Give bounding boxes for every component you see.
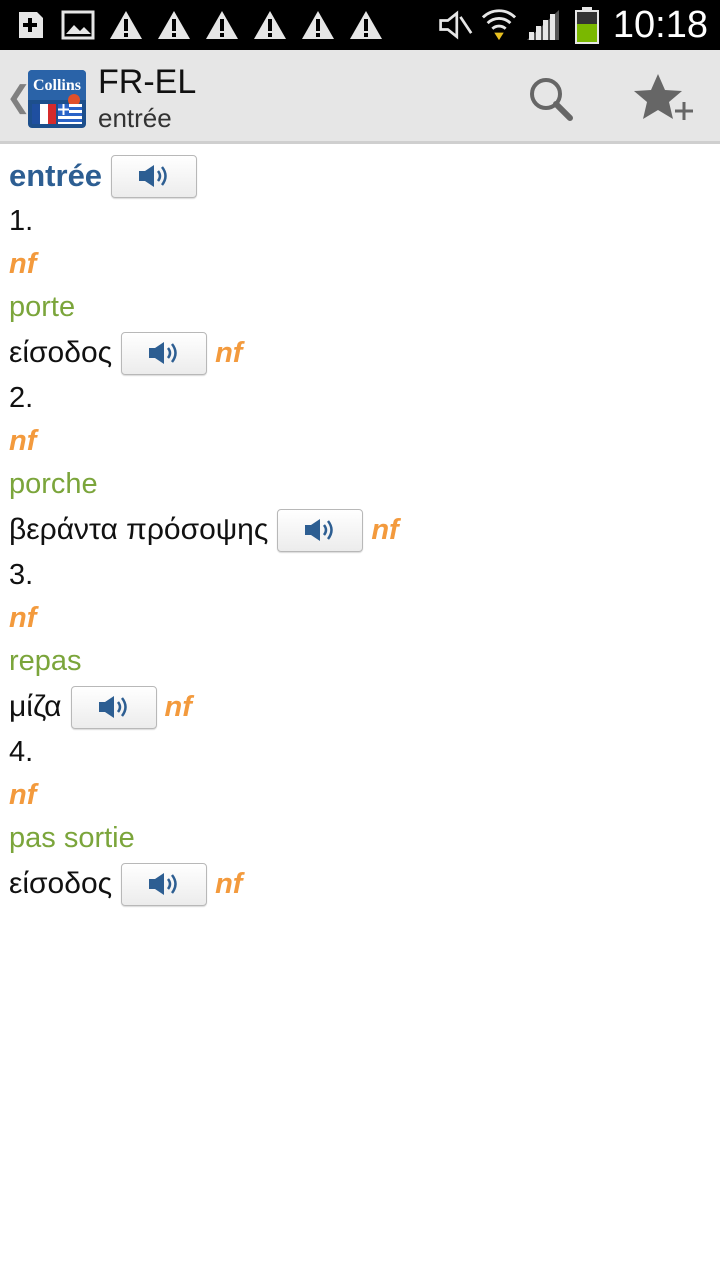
part-of-speech: nf [9, 248, 37, 280]
translation-gender: nf [215, 336, 243, 369]
translation-gender: nf [164, 690, 192, 723]
part-of-speech-row: nf [9, 597, 709, 640]
image-icon [60, 7, 96, 43]
part-of-speech: nf [9, 425, 37, 457]
source-word: porche [9, 468, 98, 500]
speaker-icon [149, 873, 177, 895]
translation: είσοδος [9, 336, 113, 369]
pronounce-button[interactable] [111, 154, 198, 198]
action-bar: ❮ Collins FR-EL entrée [0, 50, 720, 144]
translation: είσοδος [9, 867, 113, 900]
entry-content: entrée 1. nf porte είσοδος nf 2. nf porc… [9, 152, 709, 908]
dictionary-title: FR-EL [98, 63, 197, 101]
source-word-row: porche [9, 463, 709, 506]
sense-number-row: 1. [9, 200, 709, 243]
sense-number: 2. [9, 382, 34, 414]
pronounce-button[interactable] [277, 508, 364, 552]
notification-icons [12, 7, 384, 43]
pronounce-button[interactable] [121, 862, 208, 906]
add-favorite-star-icon[interactable] [630, 72, 696, 126]
system-icons: 10:18 [437, 4, 708, 46]
translation-row: μίζα nf [9, 683, 709, 731]
part-of-speech-row: nf [9, 420, 709, 463]
sense-number-row: 4. [9, 731, 709, 774]
signal-icon [525, 7, 561, 43]
warning-icon [252, 7, 288, 43]
translation-row: είσοδος nf [9, 329, 709, 377]
speaker-icon [98, 696, 127, 718]
battery-icon [569, 7, 605, 44]
source-word-row: porte [9, 286, 709, 329]
translation-row: είσοδος nf [9, 860, 709, 908]
headword-row: entrée [9, 152, 709, 200]
translation: μίζα [9, 690, 62, 723]
part-of-speech-row: nf [9, 243, 709, 286]
action-bar-titles: FR-EL entrée [98, 62, 196, 134]
warning-icon [108, 7, 144, 43]
sense-number: 1. [9, 205, 34, 237]
wifi-icon [481, 7, 517, 43]
pronounce-button[interactable] [70, 685, 157, 729]
part-of-speech: nf [9, 602, 37, 634]
logo-text: Collins [33, 77, 81, 94]
add-icon [12, 7, 48, 43]
source-word: repas [9, 645, 82, 677]
warning-icon [156, 7, 192, 43]
current-word-subtitle: entrée [98, 103, 172, 133]
warning-icon [204, 7, 240, 43]
source-word-row: pas sortie [9, 817, 709, 860]
warning-icon [300, 7, 336, 43]
source-word: pas sortie [9, 822, 135, 854]
translation: βεράντα πρόσοψης [9, 513, 269, 546]
sense-number-row: 2. [9, 377, 709, 420]
part-of-speech-row: nf [9, 774, 709, 817]
translation-gender: nf [371, 513, 399, 546]
part-of-speech: nf [9, 779, 37, 811]
status-bar: 10:18 [0, 0, 720, 50]
speaker-icon [305, 519, 334, 541]
sense-number-row: 3. [9, 554, 709, 597]
search-icon[interactable] [526, 74, 576, 124]
source-word-row: repas [9, 640, 709, 683]
mute-icon [437, 7, 473, 43]
speaker-icon [139, 165, 167, 187]
translation-gender: nf [215, 867, 243, 900]
translation-row: βεράντα πρόσοψης nf [9, 506, 709, 554]
warning-icon [348, 7, 384, 43]
sense-number: 4. [9, 736, 34, 768]
sense-number: 3. [9, 559, 34, 591]
headword: entrée [9, 158, 103, 193]
pronounce-button[interactable] [121, 331, 208, 375]
speaker-icon [149, 342, 177, 364]
clock: 10:18 [612, 4, 708, 46]
collins-logo[interactable]: Collins [28, 70, 86, 128]
source-word: porte [9, 291, 76, 323]
